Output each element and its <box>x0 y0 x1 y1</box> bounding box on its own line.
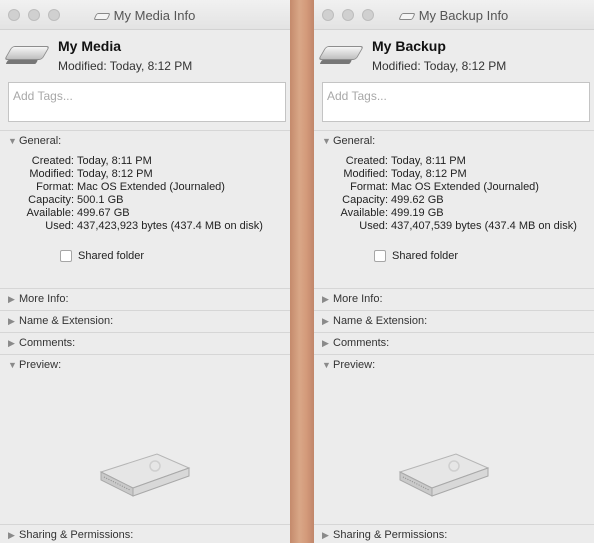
window-title: My Media Info <box>0 8 290 23</box>
item-name: My Backup <box>372 38 446 54</box>
external-drive-preview-image <box>398 453 490 497</box>
used-value: 437,423,923 bytes (437.4 MB on disk) <box>77 220 263 232</box>
disclosure-triangle-down-icon: ▼ <box>322 136 331 146</box>
shared-folder-label: Shared folder <box>392 250 459 262</box>
capacity-value: 499.62 GB <box>391 194 444 206</box>
modified-value: Today, 8:12 PM <box>77 168 153 180</box>
title-bar: My Media Info <box>0 0 290 30</box>
name-extension-section[interactable]: ▶ Name & Extension: <box>314 310 594 332</box>
created-value: Today, 8:11 PM <box>391 155 466 167</box>
item-modified: Modified: Today, 8:12 PM <box>372 59 507 73</box>
section-general-toggle[interactable]: ▼ General: <box>8 135 61 147</box>
shared-folder-label: Shared folder <box>78 250 145 262</box>
external-drive-preview-image <box>99 453 191 497</box>
disclosure-triangle-right-icon: ▶ <box>8 530 15 540</box>
more-info-section[interactable]: ▶ More Info: <box>0 288 290 310</box>
capacity-label: Capacity: <box>28 194 74 206</box>
general-section: ▼ General: Created: Today, 8:11 PM Modifie… <box>0 130 290 288</box>
preview-section: ▼ Preview: <box>0 354 290 524</box>
format-label: Format: <box>36 181 74 193</box>
disclosure-triangle-right-icon: ▶ <box>8 294 15 304</box>
window-title: My Backup Info <box>314 8 594 23</box>
checkbox[interactable] <box>374 250 386 262</box>
disclosure-triangle-right-icon: ▶ <box>8 338 15 348</box>
created-label: Created: <box>31 155 74 167</box>
item-header: My Media Modified: Today, 8:12 PM <box>0 30 290 80</box>
disclosure-triangle-right-icon: ▶ <box>8 316 15 326</box>
shared-folder-checkbox[interactable]: Shared folder <box>60 250 144 262</box>
format-value: Mac OS Extended (Journaled) <box>391 181 539 193</box>
available-value: 499.19 GB <box>391 207 444 219</box>
format-value: Mac OS Extended (Journaled) <box>77 181 225 193</box>
item-header: My Backup Modified: Today, 8:12 PM <box>314 30 594 80</box>
checkbox[interactable] <box>60 250 72 262</box>
format-label: Format: <box>350 181 388 193</box>
created-value: Today, 8:11 PM <box>77 155 152 167</box>
sharing-permissions-section[interactable]: ▶ Sharing & Permissions: <box>314 524 594 543</box>
available-label: Available: <box>26 207 75 219</box>
item-name: My Media <box>58 38 122 54</box>
item-modified: Modified: Today, 8:12 PM <box>58 59 193 73</box>
capacity-label: Capacity: <box>342 194 388 206</box>
general-section: ▼ General: Created: Today, 8:11 PM Modifie… <box>314 130 594 288</box>
section-general-toggle[interactable]: ▼ General: <box>322 135 375 147</box>
used-label: Used: <box>359 220 388 232</box>
section-preview-toggle[interactable]: ▼ Preview: <box>322 359 375 371</box>
drive-icon <box>93 13 111 21</box>
info-window-my-backup: My Backup Info My Backup Modified: Today… <box>314 0 594 543</box>
info-window-my-media: My Media Info My Media Modified: Today, … <box>0 0 290 543</box>
modified-value: Today, 8:12 PM <box>391 168 467 180</box>
more-info-section[interactable]: ▶ More Info: <box>314 288 594 310</box>
created-label: Created: <box>345 155 388 167</box>
used-label: Used: <box>45 220 74 232</box>
available-label: Available: <box>340 207 389 219</box>
used-value: 437,407,539 bytes (437.4 MB on disk) <box>391 220 577 232</box>
external-drive-icon <box>3 46 51 60</box>
desktop-background-gap <box>290 0 314 543</box>
comments-section[interactable]: ▶ Comments: <box>0 332 290 354</box>
available-value: 499.67 GB <box>77 207 130 219</box>
disclosure-triangle-right-icon: ▶ <box>322 316 329 326</box>
name-extension-section[interactable]: ▶ Name & Extension: <box>0 310 290 332</box>
title-bar: My Backup Info <box>314 0 594 30</box>
section-preview-toggle[interactable]: ▼ Preview: <box>8 359 61 371</box>
tags-input[interactable]: Add Tags... <box>322 82 590 122</box>
tags-input[interactable]: Add Tags... <box>8 82 286 122</box>
disclosure-triangle-right-icon: ▶ <box>322 530 329 540</box>
disclosure-triangle-right-icon: ▶ <box>322 294 329 304</box>
capacity-value: 500.1 GB <box>77 194 124 206</box>
modified-label: Modified: <box>29 168 74 180</box>
disclosure-triangle-down-icon: ▼ <box>8 360 17 370</box>
preview-section: ▼ Preview: <box>314 354 594 524</box>
modified-label: Modified: <box>343 168 388 180</box>
drive-icon <box>398 13 416 21</box>
comments-section[interactable]: ▶ Comments: <box>314 332 594 354</box>
sharing-permissions-section[interactable]: ▶ Sharing & Permissions: <box>0 524 290 543</box>
shared-folder-checkbox[interactable]: Shared folder <box>374 250 458 262</box>
disclosure-triangle-right-icon: ▶ <box>322 338 329 348</box>
external-drive-icon <box>317 46 365 60</box>
disclosure-triangle-down-icon: ▼ <box>322 360 331 370</box>
disclosure-triangle-down-icon: ▼ <box>8 136 17 146</box>
